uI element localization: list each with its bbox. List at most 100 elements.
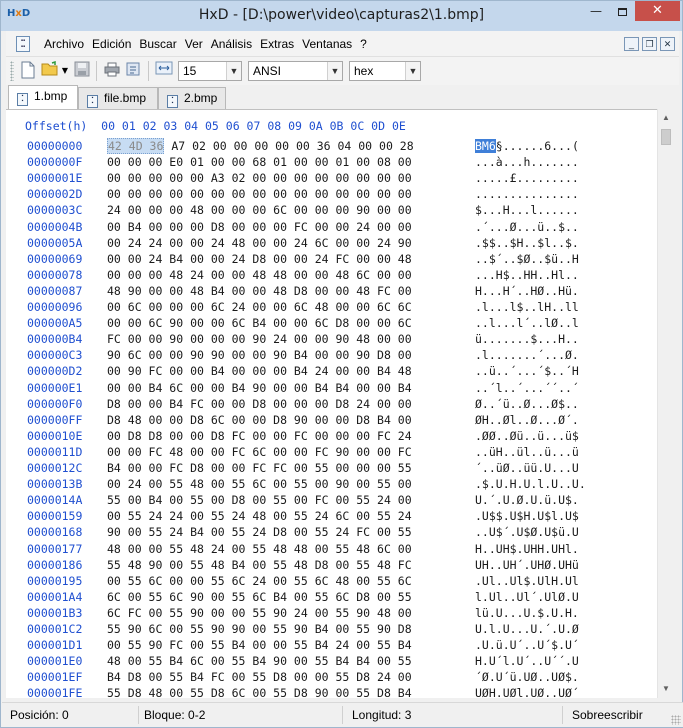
ascii-rest[interactable]: §......6...( — [496, 139, 579, 153]
row-hex-bytes[interactable]: 55 00 B4 00 55 00 D8 00 55 00 FC 00 55 2… — [107, 493, 412, 507]
row-ascii[interactable]: H.U´l.U´..U´´.U — [475, 654, 579, 668]
row-hex-bytes[interactable]: 48 00 55 B4 6C 00 55 B4 90 00 55 B4 B4 0… — [107, 654, 412, 668]
row-ascii[interactable]: ´..üØ..üü.U...U — [475, 461, 579, 475]
row-ascii[interactable]: ..l...l´..lØ..l — [475, 316, 579, 330]
tab-2-bmp[interactable]: ▪ ▪ 2.bmp — [158, 87, 226, 109]
row-ascii[interactable]: $...H...l...... — [475, 203, 579, 217]
scroll-down-icon[interactable]: ▼ — [658, 681, 674, 697]
row-ascii[interactable]: .´...Ø...ü..$.. — [475, 220, 579, 234]
row-ascii[interactable]: H...H´..HØ..Hü. — [475, 284, 579, 298]
open-folder-icon[interactable] — [40, 60, 60, 81]
row-ascii[interactable]: H..UH$.UHH.UHl. — [475, 542, 579, 556]
scroll-up-icon[interactable]: ▲ — [658, 110, 674, 126]
row-ascii[interactable]: ..$´..$Ø..$ü..H — [475, 252, 579, 266]
row-hex-bytes[interactable]: 00 24 00 55 48 00 55 6C 00 55 00 90 00 5… — [107, 477, 412, 491]
row-ascii[interactable]: .U.ü.U´..U´$.U´ — [475, 638, 579, 652]
row-hex-bytes[interactable]: 00 00 00 48 24 00 00 48 48 00 00 48 6C 0… — [107, 268, 412, 282]
chevron-down-icon[interactable]: ▼ — [327, 62, 342, 80]
title-bar[interactable]: HxD HxD - [D:\power\video\capturas2\1.bm… — [1, 1, 682, 31]
row-hex-bytes[interactable]: 00 00 24 B4 00 00 24 D8 00 00 24 FC 00 0… — [107, 252, 412, 266]
row-hex-bytes[interactable]: 00 55 90 FC 00 55 B4 00 00 55 B4 24 00 5… — [107, 638, 412, 652]
row-ascii[interactable]: U.l.U...U.´.U.Ø — [475, 622, 579, 636]
row-ascii[interactable]: lü.U...U.$.U.H. — [475, 606, 579, 620]
menu-help[interactable]: ? — [356, 31, 371, 57]
row-ascii[interactable]: UØH.UØl.UØ..UØ´ — [475, 686, 579, 700]
open-dropdown-arrow-icon[interactable]: ▼ — [60, 61, 70, 81]
row-ascii[interactable]: ..üH..ül..ü...ü — [475, 445, 579, 459]
row-ascii[interactable]: .$.U.H.U.l.U..U. — [475, 477, 586, 491]
row-ascii[interactable]: .l.......´...Ø. — [475, 348, 579, 362]
row-ascii[interactable]: ´Ø.U´ü.UØ..UØ$. — [475, 670, 579, 684]
row-hex-bytes[interactable]: 00 00 FC 48 00 00 FC 6C 00 00 FC 90 00 0… — [107, 445, 412, 459]
tab-file-bmp[interactable]: ▪ ▪ file.bmp — [78, 87, 158, 109]
row-hex-bytes[interactable]: 00 B4 00 00 00 D8 00 00 00 FC 00 00 24 0… — [107, 220, 412, 234]
hex-selection[interactable]: 42 4D 36 — [107, 138, 165, 154]
row-hex-bytes[interactable]: 00 00 B4 6C 00 00 B4 90 00 00 B4 B4 00 0… — [107, 381, 412, 395]
row-hex-bytes[interactable]: 00 55 6C 00 00 55 6C 24 00 55 6C 48 00 5… — [107, 574, 412, 588]
row-ascii[interactable]: .ØØ..Øü..ü...ü$ — [475, 429, 579, 443]
row-hex-bytes[interactable]: 48 90 00 00 48 B4 00 00 48 D8 00 00 48 F… — [107, 284, 412, 298]
menu-ventanas[interactable]: Ventanas — [298, 31, 356, 57]
hex-rest[interactable]: A7 02 00 00 00 00 00 36 04 00 00 28 — [164, 139, 413, 153]
row-hex-bytes[interactable]: D8 48 00 00 D8 6C 00 00 D8 90 00 00 D8 B… — [107, 413, 412, 427]
row-ascii[interactable]: Ø..´ü..Ø...Ø$.. — [475, 397, 579, 411]
toolbar-grip[interactable] — [10, 61, 14, 81]
bytes-per-row-select[interactable]: 15 ▼ — [178, 61, 242, 81]
menu-extras[interactable]: Extras — [256, 31, 298, 57]
ascii-selection[interactable]: BM6 — [475, 139, 496, 153]
row-ascii[interactable]: UH..UH´.UHØ.UHü — [475, 558, 579, 572]
row-ascii[interactable]: .U$$.U$H.U$l.U$ — [475, 509, 579, 523]
hex-editor[interactable]: Offset(h) 00 01 02 03 04 05 06 07 08 09 … — [6, 109, 657, 700]
chevron-down-icon[interactable]: ▼ — [405, 62, 420, 80]
row-ascii[interactable]: BM6§......6...( — [475, 139, 579, 153]
row-hex-bytes[interactable]: 00 00 00 00 00 A3 02 00 00 00 00 00 00 0… — [107, 171, 412, 185]
chevron-down-icon[interactable]: ▼ — [226, 62, 241, 80]
maximize-button[interactable] — [609, 1, 635, 21]
row-hex-bytes[interactable]: 00 D8 D8 00 00 D8 FC 00 00 FC 00 00 00 F… — [107, 429, 412, 443]
row-hex-bytes[interactable]: 6C 00 55 6C 90 00 55 6C B4 00 55 6C D8 0… — [107, 590, 412, 604]
row-hex-bytes[interactable]: D8 00 00 B4 FC 00 00 D8 00 00 00 D8 24 0… — [107, 397, 412, 411]
row-ascii[interactable]: .Ul..Ul$.UlH.Ul — [475, 574, 579, 588]
row-hex-bytes[interactable]: 00 55 24 24 00 55 24 48 00 55 24 6C 00 5… — [107, 509, 412, 523]
row-ascii[interactable]: ............... — [475, 187, 579, 201]
menu-analisis[interactable]: Análisis — [207, 31, 256, 57]
vertical-scrollbar[interactable]: ▲ ▼ — [657, 109, 674, 698]
row-hex-bytes[interactable]: 00 00 00 00 00 00 00 00 00 00 00 00 00 0… — [107, 187, 412, 201]
row-hex-bytes[interactable]: 42 4D 36 A7 02 00 00 00 00 00 36 04 00 0… — [107, 138, 414, 154]
menu-ver[interactable]: Ver — [181, 31, 207, 57]
charset-select[interactable]: ANSI ▼ — [248, 61, 343, 81]
row-hex-bytes[interactable]: B4 00 00 FC D8 00 00 FC FC 00 55 00 00 0… — [107, 461, 412, 475]
properties-icon[interactable] — [124, 61, 144, 81]
row-hex-bytes[interactable]: 00 00 00 E0 01 00 00 68 01 00 00 01 00 0… — [107, 155, 412, 169]
scroll-thumb[interactable] — [661, 129, 671, 145]
row-ascii[interactable]: ØH..Øl..Ø...Ø´. — [475, 413, 579, 427]
row-hex-bytes[interactable]: 6C FC 00 55 90 00 00 55 90 24 00 55 90 4… — [107, 606, 412, 620]
new-file-icon[interactable] — [18, 61, 38, 81]
document-icon[interactable]: ▪▪ ▪▪ — [16, 36, 30, 52]
row-hex-bytes[interactable]: 00 24 24 00 00 24 48 00 00 24 6C 00 00 2… — [107, 236, 412, 250]
row-ascii[interactable]: .....£......... — [475, 171, 579, 185]
menu-buscar[interactable]: Buscar — [135, 31, 180, 57]
offset-base-select[interactable]: hex ▼ — [349, 61, 421, 81]
row-hex-bytes[interactable]: 00 6C 00 00 00 6C 24 00 00 6C 48 00 00 6… — [107, 300, 412, 314]
row-hex-bytes[interactable]: 55 90 6C 00 55 90 90 00 55 90 B4 00 55 9… — [107, 622, 412, 636]
resize-grip-icon[interactable] — [671, 715, 681, 725]
row-hex-bytes[interactable]: 00 90 FC 00 00 B4 00 00 00 B4 24 00 00 B… — [107, 364, 412, 378]
close-button[interactable]: ✕ — [635, 1, 680, 21]
minimize-button[interactable]: — — [583, 1, 609, 21]
row-ascii[interactable]: ü.......$...H.. — [475, 332, 579, 346]
menu-edicion[interactable]: Edición — [88, 31, 135, 57]
row-ascii[interactable]: l.Ul..Ul´.UlØ.U — [475, 590, 579, 604]
row-hex-bytes[interactable]: 00 00 6C 90 00 00 6C B4 00 00 6C D8 00 0… — [107, 316, 412, 330]
row-hex-bytes[interactable]: 48 00 00 55 48 24 00 55 48 48 00 55 48 6… — [107, 542, 412, 556]
row-ascii[interactable]: ..U$´.U$Ø.U$ü.U — [475, 525, 579, 539]
tab-1-bmp[interactable]: ▪ ▪ 1.bmp — [8, 85, 78, 109]
print-icon[interactable] — [102, 61, 122, 81]
row-ascii[interactable]: ...H$..HH..Hl.. — [475, 268, 579, 282]
row-ascii[interactable]: U.´.U.Ø.U.ü.U$. — [475, 493, 579, 507]
row-hex-bytes[interactable]: B4 D8 00 55 B4 FC 00 55 D8 00 00 55 D8 2… — [107, 670, 412, 684]
menu-archivo[interactable]: Archivo — [40, 31, 88, 57]
row-hex-bytes[interactable]: 90 6C 00 00 90 90 00 00 90 B4 00 00 90 D… — [107, 348, 412, 362]
mdi-minimize-button[interactable]: _ — [624, 37, 639, 51]
row-hex-bytes[interactable]: 55 48 90 00 55 48 B4 00 55 48 D8 00 55 4… — [107, 558, 412, 572]
